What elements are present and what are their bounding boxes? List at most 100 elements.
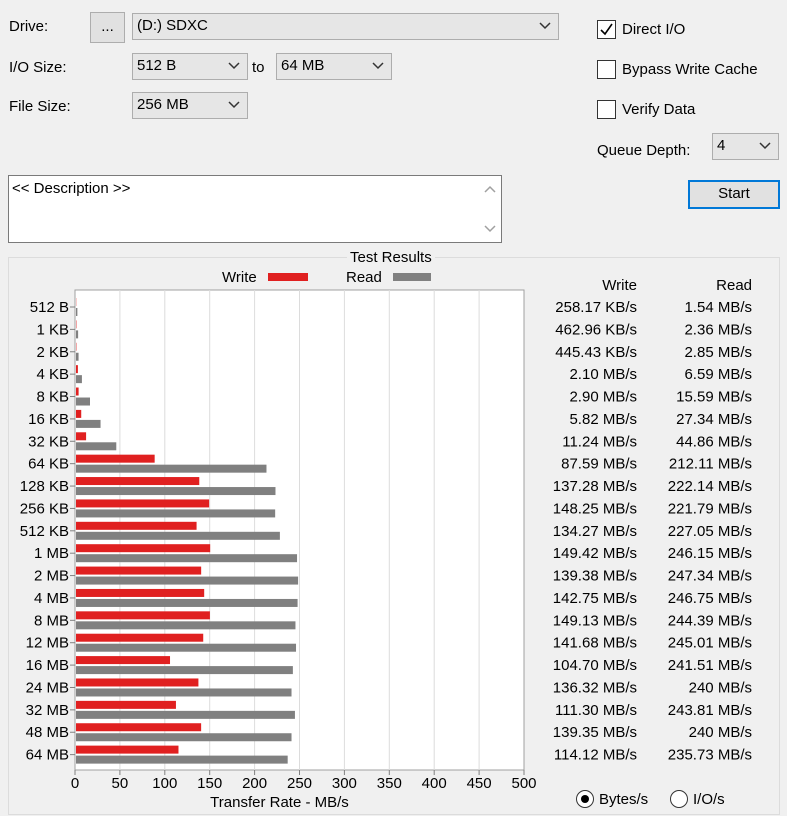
write-bar [76, 700, 176, 709]
category-label: 8 KB [36, 389, 69, 406]
category-label: 16 KB [28, 411, 69, 428]
write-bar [76, 365, 78, 374]
read-value-label: 1.54 MB/s [684, 299, 752, 316]
read-bar [76, 710, 295, 719]
read-bar [76, 531, 280, 540]
write-value-label: 139.38 MB/s [553, 568, 637, 585]
write-bar [76, 656, 171, 665]
write-bar [76, 544, 211, 553]
write-bar [76, 499, 210, 508]
read-value-label: 245.01 MB/s [668, 635, 752, 652]
read-value-label: 6.59 MB/s [684, 366, 752, 383]
write-bar [76, 611, 210, 620]
write-value-label: 139.35 MB/s [553, 724, 637, 741]
category-label: 64 MB [26, 747, 69, 764]
x-tick-label: 350 [377, 775, 402, 792]
x-tick-label: 200 [242, 775, 267, 792]
read-value-label: 227.05 MB/s [668, 523, 752, 540]
read-bar [76, 419, 101, 428]
bytes-radio-label: Bytes/s [599, 791, 649, 808]
category-label: 512 KB [20, 523, 69, 540]
read-value-label: 240 MB/s [689, 679, 752, 696]
write-bar [76, 633, 204, 642]
category-label: 12 MB [26, 635, 69, 652]
radio-dot [581, 795, 589, 803]
category-label: 64 KB [28, 456, 69, 473]
write-value-label: 149.42 MB/s [553, 545, 637, 562]
write-bar [76, 566, 202, 575]
read-value-label: 2.36 MB/s [684, 321, 752, 338]
read-bar [76, 598, 298, 607]
read-value-label: 44.86 MB/s [676, 433, 752, 450]
category-label: 2 MB [34, 568, 69, 585]
read-bar [76, 688, 292, 697]
category-label: 48 MB [26, 724, 69, 741]
write-bar [76, 521, 197, 530]
x-axis-label: Transfer Rate - MB/s [210, 794, 349, 811]
category-label: 8 MB [34, 612, 69, 629]
read-value-label: 244.39 MB/s [668, 612, 752, 629]
read-bar [76, 397, 90, 406]
read-bar [76, 487, 276, 496]
transfer-rate-chart: 0 50 100 150 200 250 300 350 400 450 500 Transfer R… [20, 289, 752, 811]
read-bar [76, 666, 293, 675]
read-value-label: 241.51 MB/s [668, 657, 752, 674]
read-value-label: 15.59 MB/s [676, 389, 752, 406]
category-label: 4 KB [36, 366, 69, 383]
write-bar [76, 454, 155, 463]
read-value-label: 221.79 MB/s [668, 500, 752, 517]
write-value-label: 87.59 MB/s [561, 456, 637, 473]
write-value-label: 104.70 MB/s [553, 657, 637, 674]
read-bar [76, 554, 298, 563]
x-tick-label: 150 [197, 775, 222, 792]
io-radio[interactable] [670, 790, 688, 808]
write-bar [76, 432, 87, 441]
read-value-label: 246.75 MB/s [668, 590, 752, 607]
write-bar [76, 723, 202, 732]
read-bar [76, 576, 299, 585]
category-label: 2 KB [36, 344, 69, 361]
read-value-label: 246.15 MB/s [668, 545, 752, 562]
read-bar [76, 621, 296, 630]
x-tick-label: 450 [467, 775, 492, 792]
read-value-label: 235.73 MB/s [668, 747, 752, 764]
write-bar [76, 745, 179, 754]
category-label: 512 B [30, 299, 69, 316]
read-bar [76, 442, 117, 451]
x-tick-label: 50 [112, 775, 129, 792]
write-value-label: 2.10 MB/s [569, 366, 637, 383]
read-bar [76, 308, 78, 316]
x-tick-label: 100 [152, 775, 177, 792]
write-value-label: 111.30 MB/s [555, 702, 637, 719]
category-label: 1 MB [34, 545, 69, 562]
read-value-label: 222.14 MB/s [668, 478, 752, 495]
category-label: 1 KB [36, 321, 69, 338]
write-bar [76, 387, 79, 396]
read-bar [76, 643, 297, 652]
write-value-label: 134.27 MB/s [553, 523, 637, 540]
category-label: 16 MB [26, 657, 69, 674]
write-bar [76, 409, 82, 418]
x-tick-label: 300 [332, 775, 357, 792]
write-bar [76, 588, 205, 597]
read-bar [76, 755, 288, 764]
write-bar [76, 678, 199, 687]
category-label: 256 KB [20, 500, 69, 517]
write-value-label: 149.13 MB/s [553, 612, 637, 629]
read-bar [76, 375, 82, 384]
write-value-label: 2.90 MB/s [569, 389, 637, 406]
bytes-radio[interactable] [576, 790, 594, 808]
read-bar [76, 733, 292, 742]
read-bar [76, 509, 276, 518]
write-value-label: 141.68 MB/s [553, 635, 637, 652]
read-value-label: 2.85 MB/s [684, 344, 752, 361]
write-value-label: 114.12 MB/s [554, 747, 637, 764]
write-bar [76, 477, 200, 486]
write-value-label: 137.28 MB/s [553, 478, 637, 495]
read-value-label: 240 MB/s [689, 724, 752, 741]
x-tick-label: 250 [287, 775, 312, 792]
write-value-label: 258.17 KB/s [555, 299, 637, 316]
write-value-label: 136.32 MB/s [553, 679, 637, 696]
category-label: 32 MB [26, 702, 69, 719]
read-value-label: 27.34 MB/s [676, 411, 752, 428]
